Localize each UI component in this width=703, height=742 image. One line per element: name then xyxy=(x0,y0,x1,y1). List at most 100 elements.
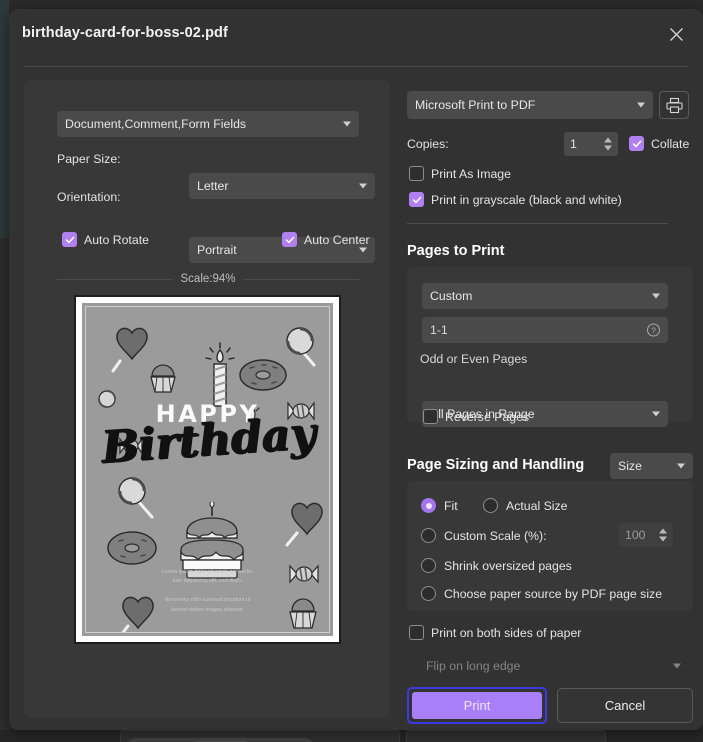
radio-shrink-label: Shrink oversized pages xyxy=(444,558,572,573)
checkbox-empty-icon xyxy=(409,166,424,181)
page-range-value: 1-1 xyxy=(430,323,448,337)
chevron-down-icon xyxy=(637,102,645,108)
reverse-pages-label: Reverse Pages xyxy=(445,409,530,424)
auto-rotate-label: Auto Rotate xyxy=(84,232,149,247)
radio-empty-icon xyxy=(483,498,498,513)
custom-scale-stepper[interactable]: 100 xyxy=(619,523,673,547)
scale-indicator: Scale:94% xyxy=(57,273,360,285)
printer-select[interactable]: Microsoft Print to PDF xyxy=(407,91,653,119)
radio-fit[interactable]: Fit xyxy=(421,498,458,513)
copies-value: 1 xyxy=(570,137,577,151)
chevron-down-icon xyxy=(359,247,367,253)
print-grayscale-checkbox[interactable]: Print in grayscale (black and white) xyxy=(409,192,622,207)
flip-edge-select: Flip on long edge xyxy=(418,653,689,679)
chevron-down-icon xyxy=(652,411,660,417)
radio-custom-scale[interactable]: Custom Scale (%): xyxy=(421,528,547,543)
copies-label: Copies: xyxy=(407,137,449,151)
collate-checkbox[interactable]: Collate xyxy=(629,136,689,151)
taskbar xyxy=(0,730,703,742)
radio-fit-label: Fit xyxy=(444,498,458,513)
page-sizing-panel: Fit Actual Size Custom Scale (%): 100 Sh… xyxy=(407,481,693,611)
print-grayscale-label: Print in grayscale (black and white) xyxy=(431,192,622,207)
preview-panel: Document,Comment,Form Fields Paper Size:… xyxy=(24,80,390,742)
swirl-lollipop-icon xyxy=(284,325,324,373)
preview-body-text: Lorem ipsum dolor sit amet, consecte- tu… xyxy=(161,568,254,613)
title-divider xyxy=(24,66,688,67)
chevron-down-icon xyxy=(673,663,681,669)
stepper-arrows-icon[interactable] xyxy=(604,137,612,151)
print-button[interactable]: Print xyxy=(412,692,542,719)
divider xyxy=(407,223,668,224)
donut-icon xyxy=(238,357,288,393)
odd-even-label: Odd or Even Pages xyxy=(420,352,528,366)
checkbox-empty-icon xyxy=(423,409,438,424)
pages-mode-select[interactable]: Custom xyxy=(422,283,668,309)
checkmark-icon xyxy=(62,232,77,247)
help-icon[interactable]: ? xyxy=(646,323,661,338)
preview-page: HAPPY Birthday Lorem ipsum dolor sit ame… xyxy=(82,303,333,636)
dialog-titlebar: birthday-card-for-boss-02.pdf xyxy=(9,9,703,57)
paper-size-select[interactable]: Letter xyxy=(189,173,375,199)
page-range-input[interactable]: 1-1 ? xyxy=(422,317,668,343)
custom-scale-value: 100 xyxy=(625,528,646,542)
divider xyxy=(243,278,360,280)
printer-icon[interactable] xyxy=(659,91,689,119)
print-button-focus-ring: Print xyxy=(407,687,547,724)
radio-empty-icon xyxy=(421,528,436,543)
radio-shrink-oversized[interactable]: Shrink oversized pages xyxy=(421,558,572,573)
radio-empty-icon xyxy=(421,586,436,601)
content-select-value: Document,Comment,Form Fields xyxy=(65,117,247,131)
both-sides-label: Print on both sides of paper xyxy=(431,625,582,640)
radio-actual-size[interactable]: Actual Size xyxy=(483,498,568,513)
settings-panel: Microsoft Print to PDF Copies: 1 Collate… xyxy=(407,91,693,724)
orientation-label: Orientation: xyxy=(57,190,121,204)
cancel-button[interactable]: Cancel xyxy=(557,688,693,723)
reverse-pages-checkbox[interactable]: Reverse Pages xyxy=(423,409,529,424)
page-navigation: 1 / 1 xyxy=(123,738,319,742)
scale-text: Scale:94% xyxy=(180,273,236,285)
page-sizing-title: Page Sizing and Handling xyxy=(407,457,585,473)
stepper-arrows-icon[interactable] xyxy=(659,528,667,542)
radio-custom-scale-label: Custom Scale (%): xyxy=(444,528,547,543)
chevron-down-icon xyxy=(343,121,351,127)
cupcake-icon xyxy=(146,363,180,395)
print-as-image-checkbox[interactable]: Print As Image xyxy=(409,166,511,181)
chevron-down-icon xyxy=(359,183,367,189)
print-as-image-label: Print As Image xyxy=(431,166,511,181)
auto-rotate-checkbox[interactable]: Auto Rotate xyxy=(62,232,149,247)
radio-selected-icon xyxy=(421,498,436,513)
radio-actual-size-label: Actual Size xyxy=(506,498,568,513)
taskbar-item[interactable] xyxy=(406,730,606,742)
size-dropdown[interactable]: Size xyxy=(610,453,693,479)
flip-edge-value: Flip on long edge xyxy=(426,659,521,673)
chevron-down-icon xyxy=(677,463,685,469)
heart-lollipop-icon xyxy=(283,499,329,549)
checkbox-empty-icon xyxy=(409,625,424,640)
radio-paper-source-label: Choose paper source by PDF page size xyxy=(444,586,663,601)
svg-text:?: ? xyxy=(651,326,656,336)
divider xyxy=(57,278,173,280)
chevron-down-icon xyxy=(652,293,660,299)
close-icon[interactable] xyxy=(663,21,689,47)
document-preview: HAPPY Birthday Lorem ipsum dolor sit ame… xyxy=(74,295,341,644)
copies-stepper[interactable]: 1 xyxy=(564,132,618,156)
content-select[interactable]: Document,Comment,Form Fields xyxy=(57,111,359,137)
printer-select-value: Microsoft Print to PDF xyxy=(415,98,536,112)
checkmark-icon xyxy=(409,192,424,207)
donut-icon xyxy=(106,529,158,567)
paper-size-label: Paper Size: xyxy=(57,152,121,166)
paper-size-value: Letter xyxy=(197,179,229,193)
background-app-edge-lower xyxy=(0,238,9,742)
radio-paper-source[interactable]: Choose paper source by PDF page size xyxy=(421,586,662,601)
auto-center-checkbox[interactable]: Auto Center xyxy=(282,232,370,247)
collate-label: Collate xyxy=(651,136,690,151)
candy-icon xyxy=(96,389,118,409)
page-title: birthday-card-for-boss-02.pdf xyxy=(22,25,228,41)
checkmark-icon xyxy=(629,136,644,151)
orientation-value: Portrait xyxy=(197,243,237,257)
preview-birthday-text: Birthday xyxy=(98,407,317,474)
pages-mode-value: Custom xyxy=(430,289,473,303)
wrapped-candy-icon xyxy=(288,562,320,586)
size-dropdown-value: Size xyxy=(618,459,642,473)
both-sides-checkbox[interactable]: Print on both sides of paper xyxy=(409,625,581,640)
